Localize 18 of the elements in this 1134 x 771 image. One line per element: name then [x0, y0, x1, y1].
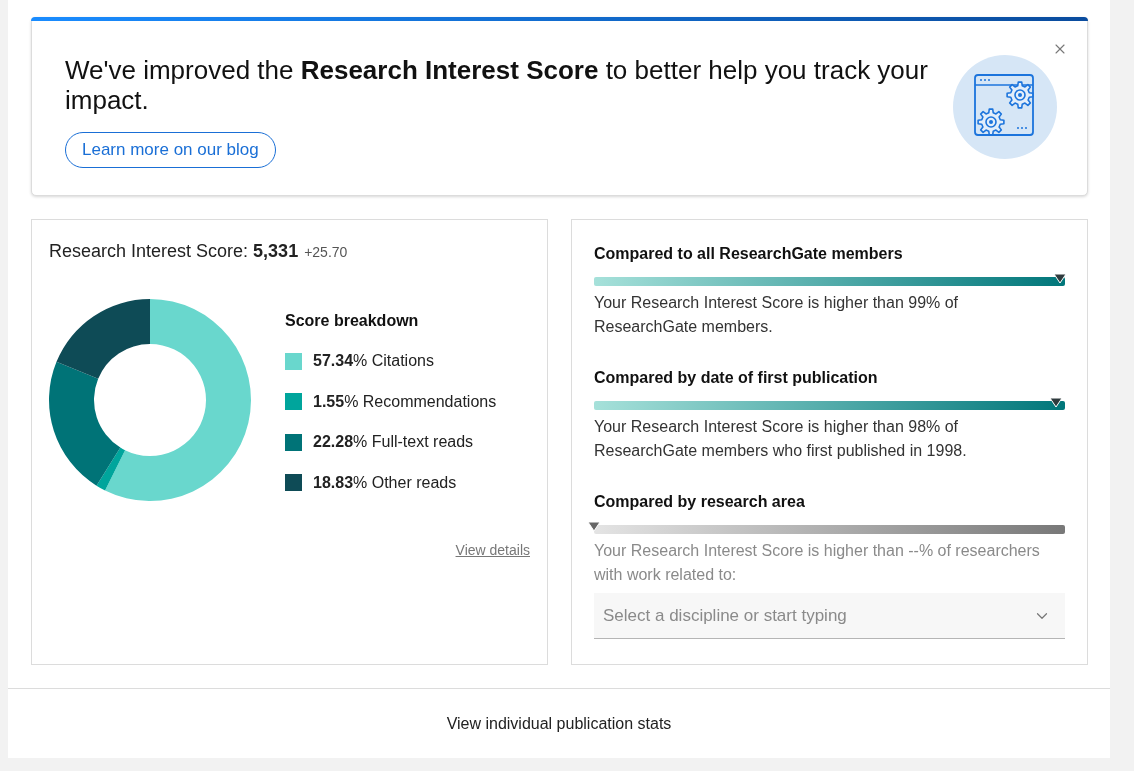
score-label: Research Interest Score: 5,331 — [49, 240, 299, 262]
section-description: Your Research Interest Score is higher than 99% of ResearchGate members. — [594, 293, 960, 337]
section-title: Compared by research area — [594, 492, 806, 512]
legend-label: 18.83% Other reads — [313, 473, 457, 492]
score-change: +25.70 — [304, 244, 348, 260]
gears-icon — [953, 55, 1057, 159]
banner-headline: We've improved the Research Interest Score to better help you track your impact. — [65, 55, 929, 115]
learn-more-button[interactable]: Learn more on our blog — [65, 132, 276, 168]
publication-stats-link[interactable]: View individual publication stats — [446, 714, 672, 733]
section-description: Your Research Interest Score is higher than 98% of ResearchGate members who first published in 1998. — [594, 417, 968, 461]
section-description: Your Research Interest Score is higher than --% of researchers with work related to: — [594, 541, 1041, 585]
section-title: Compared by date of first publication — [594, 368, 879, 388]
legend-title: Score breakdown — [285, 311, 420, 331]
legend-label: 22.28% Full-text reads — [313, 433, 474, 451]
section-title: Compared to all ResearchGate members — [594, 244, 904, 264]
legend-label: 57.34% Citations — [313, 352, 434, 370]
view-details-link[interactable]: View details — [455, 541, 530, 559]
legend-label: 1.55% Recommendations — [313, 392, 497, 411]
